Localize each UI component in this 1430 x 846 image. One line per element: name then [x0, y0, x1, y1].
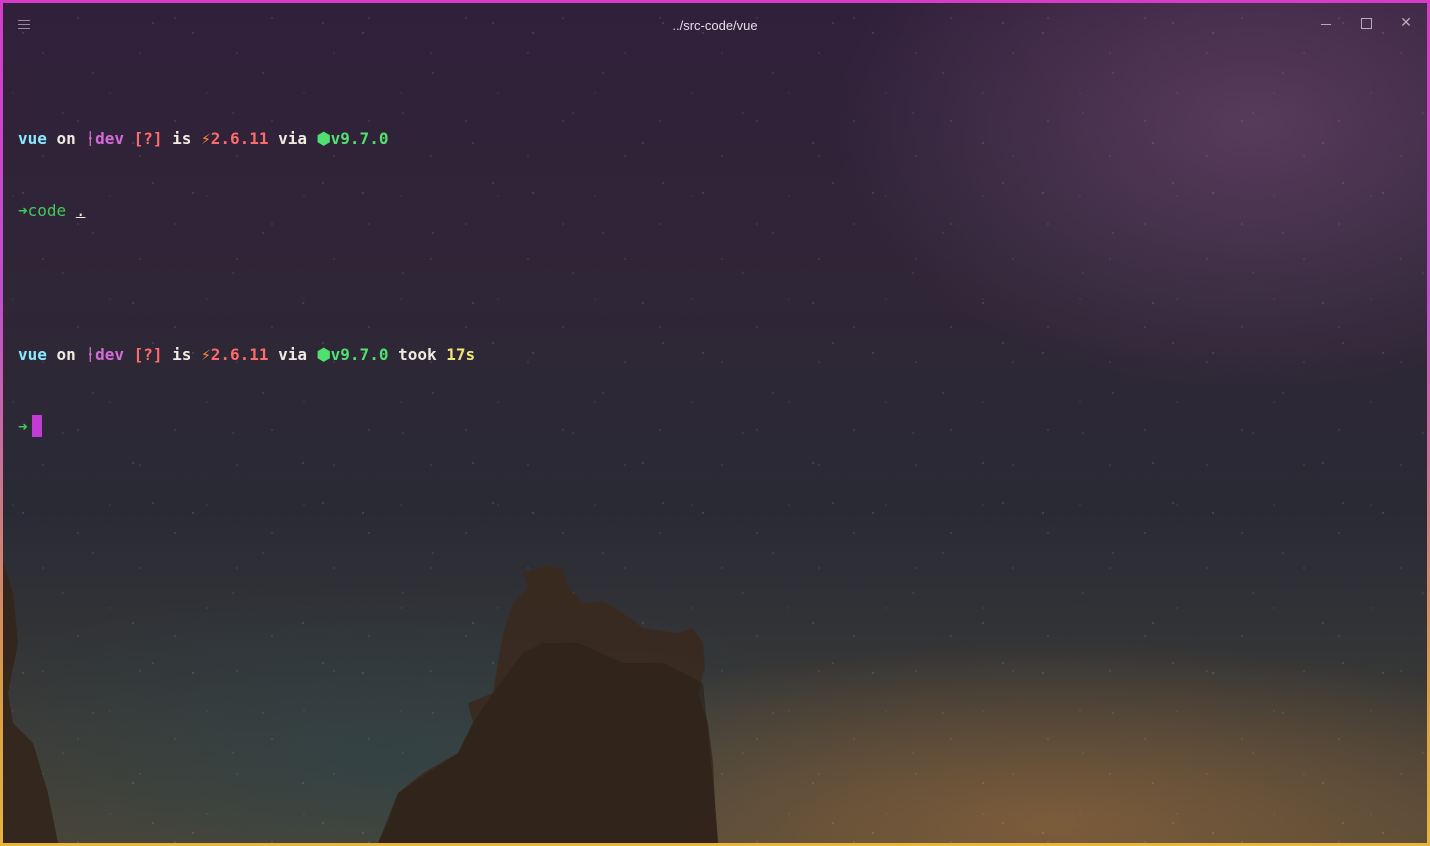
- terminal-output[interactable]: vue on ᚽdev [?] is ⚡2.6.11 via ⬢v9.7.0 ➜…: [18, 79, 475, 487]
- node-version: v9.7.0: [330, 345, 389, 364]
- prompt-is-label: is: [172, 345, 192, 364]
- node-version: v9.7.0: [330, 129, 389, 148]
- maximize-button[interactable]: [1348, 11, 1384, 35]
- close-icon: ✕: [1400, 15, 1412, 31]
- package-bolt-icon: ⚡: [201, 129, 211, 148]
- prompt-line-2: vue on ᚽdev [?] is ⚡2.6.11 via ⬢v9.7.0 t…: [18, 343, 475, 367]
- package-bolt-icon: ⚡: [201, 345, 211, 364]
- prompt-on-label: on: [56, 129, 76, 148]
- package-version: 2.6.11: [210, 129, 269, 148]
- command-line: ➜code .: [18, 199, 475, 223]
- prompt-arrow-icon: ➜: [18, 417, 28, 436]
- node-hexagon-icon: ⬢: [316, 129, 331, 148]
- node-hexagon-icon: ⬢: [316, 345, 331, 364]
- input-line[interactable]: ➜: [18, 415, 475, 439]
- terminal-window: ../src-code/vue ✕ vue on ᚽdev [?] is ⚡2.…: [0, 0, 1430, 846]
- package-version: 2.6.11: [210, 345, 269, 364]
- git-status: [?]: [133, 129, 163, 148]
- prompt-is-label: is: [172, 129, 192, 148]
- prompt-via-label: via: [278, 129, 308, 148]
- git-branch-icon: ᚽ: [85, 129, 96, 148]
- minimize-icon: [1321, 23, 1331, 25]
- minimize-button[interactable]: [1308, 11, 1344, 35]
- git-branch: dev: [95, 345, 124, 364]
- prompt-on-label: on: [56, 345, 76, 364]
- maximize-icon: [1360, 17, 1372, 29]
- prompt-line-1: vue on ᚽdev [?] is ⚡2.6.11 via ⬢v9.7.0: [18, 127, 475, 151]
- prompt-directory: vue: [18, 129, 47, 148]
- command-argument: .: [75, 201, 86, 220]
- window-title: ../src-code/vue: [672, 18, 758, 33]
- prompt-arrow-icon: ➜: [18, 201, 28, 220]
- git-status: [?]: [133, 345, 163, 364]
- command-duration: 17s: [446, 345, 476, 364]
- close-button[interactable]: ✕: [1388, 11, 1424, 35]
- prompt-took-label: took: [398, 345, 437, 364]
- git-branch-icon: ᚽ: [85, 345, 96, 364]
- git-branch: dev: [95, 129, 124, 148]
- command-name: code: [27, 201, 67, 220]
- title-bar: ../src-code/vue ✕: [3, 3, 1427, 43]
- prompt-via-label: via: [278, 345, 308, 364]
- terminal-cursor: [31, 415, 42, 437]
- prompt-directory: vue: [18, 345, 47, 364]
